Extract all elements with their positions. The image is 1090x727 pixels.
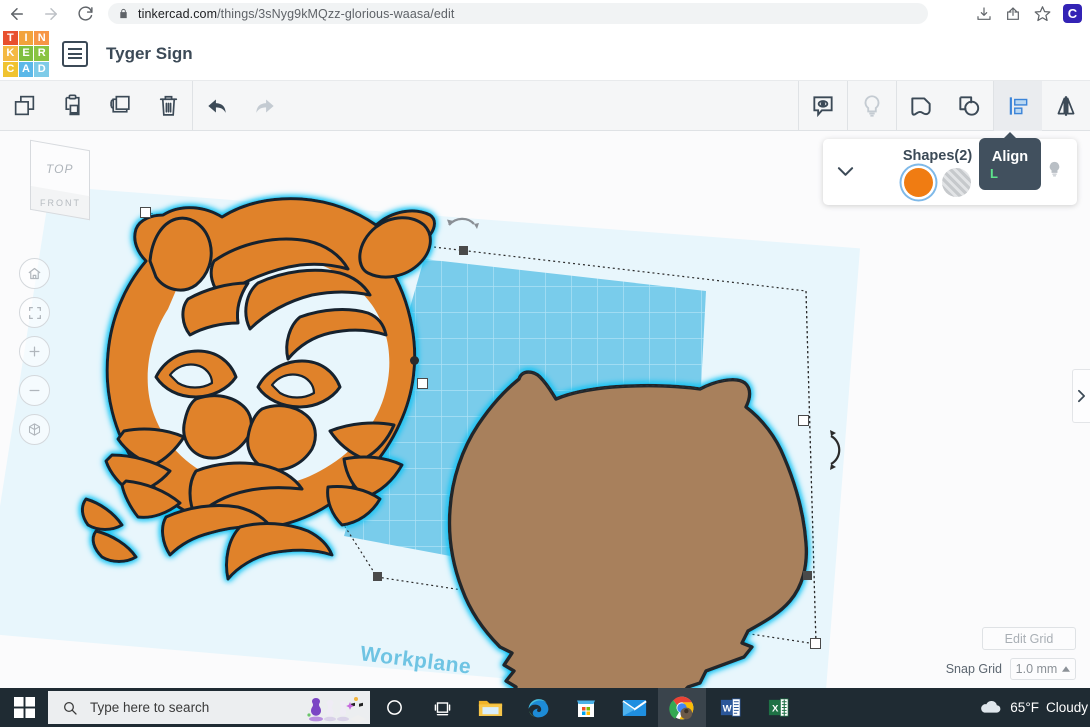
weather-condition[interactable]: Cloudy xyxy=(1046,700,1088,715)
align-tooltip-shortcut: L xyxy=(990,166,998,181)
logo-tile-c: C xyxy=(3,61,18,77)
shapes-count-label: Shapes(2) xyxy=(902,147,973,164)
url-text: tinkercad.com/things/3sNyg9kMQzz-gloriou… xyxy=(138,7,454,21)
fit-view-button[interactable] xyxy=(19,297,50,328)
caret-up-icon xyxy=(1062,666,1071,672)
logo-tile-e: E xyxy=(18,46,34,61)
logo-tile-t: T xyxy=(3,30,18,46)
system-tray: 65°F Cloudy xyxy=(977,699,1090,717)
paste-button[interactable] xyxy=(48,81,96,131)
project-gallery-icon[interactable] xyxy=(62,40,88,67)
undo-button[interactable] xyxy=(193,81,241,131)
light-bulb-icon[interactable] xyxy=(1046,159,1063,185)
rotate-right-handle[interactable] xyxy=(830,430,841,470)
taskbar-chrome[interactable] xyxy=(658,688,706,727)
share-icon[interactable] xyxy=(1000,3,1026,25)
grid-controls: Edit Grid Snap Grid 1.0 mm xyxy=(846,627,1076,680)
snap-grid-select[interactable]: 1.0 mm xyxy=(1010,658,1076,680)
svg-text:W: W xyxy=(722,703,732,714)
start-button[interactable] xyxy=(0,688,48,727)
taskbar-mail[interactable] xyxy=(610,688,658,727)
profile-avatar[interactable]: C xyxy=(1063,4,1082,23)
address-bar[interactable]: tinkercad.com/things/3sNyg9kMQzz-gloriou… xyxy=(108,3,928,24)
taskbar-file-explorer[interactable] xyxy=(466,688,514,727)
taskbar-store[interactable] xyxy=(562,688,610,727)
copy-button[interactable] xyxy=(0,81,48,131)
logo-tile-n: N xyxy=(34,30,49,46)
rotate-top-handle[interactable] xyxy=(447,217,479,229)
url-domain: tinkercad.com xyxy=(138,6,218,21)
tinkercad-logo[interactable]: T I N K E R C A D xyxy=(3,30,49,77)
page-title[interactable]: Tyger Sign xyxy=(106,44,193,64)
app-header: T I N K E R C A D Tyger Sign xyxy=(0,27,1090,81)
zoom-in-button[interactable] xyxy=(19,336,50,367)
home-view-button[interactable] xyxy=(19,258,50,289)
mirror-button[interactable] xyxy=(1042,81,1090,131)
redo-button xyxy=(241,81,289,131)
align-button[interactable] xyxy=(994,80,1042,131)
back-icon[interactable] xyxy=(0,0,34,27)
solid-swatch[interactable] xyxy=(904,167,933,197)
view-cube-top-label: TOP xyxy=(46,161,74,176)
taskbar-word[interactable]: W xyxy=(706,688,754,727)
align-tooltip-label: Align xyxy=(991,149,1029,165)
cortana-button[interactable] xyxy=(370,688,418,727)
panel-expand-tab[interactable] xyxy=(1072,369,1090,423)
logo-tile-d: D xyxy=(34,61,49,77)
zoom-out-button[interactable] xyxy=(19,375,50,406)
ungroup-button[interactable] xyxy=(945,81,993,131)
reload-icon[interactable] xyxy=(68,0,102,27)
url-path: /things/3sNyg9kMQzz-glorious-waasa/edit xyxy=(217,6,455,21)
logo-tile-r: R xyxy=(34,46,49,61)
chess-pieces-art xyxy=(307,696,366,723)
search-icon xyxy=(64,701,77,715)
delete-button[interactable] xyxy=(144,81,192,131)
weather-temperature[interactable]: 65°F xyxy=(1010,700,1039,715)
perspective-toggle-button[interactable] xyxy=(19,414,50,445)
install-icon[interactable] xyxy=(971,3,997,25)
logo-tile-a: A xyxy=(18,61,34,77)
3d-canvas[interactable]: TOP FRONT Workplane Edit Grid Snap Grid … xyxy=(0,131,1090,688)
snap-grid-label: Snap Grid xyxy=(945,662,1002,676)
group-button[interactable] xyxy=(897,81,945,131)
cloud-icon xyxy=(981,700,1001,713)
bookmark-star-icon[interactable] xyxy=(1029,3,1055,25)
snap-grid-value: 1.0 mm xyxy=(1015,662,1058,676)
duplicate-button[interactable] xyxy=(96,81,144,131)
snap-grid-row: Snap Grid 1.0 mm xyxy=(846,658,1076,680)
logo-tile-k: K xyxy=(3,46,18,61)
history-tool-group xyxy=(193,81,289,131)
chevron-down-icon[interactable] xyxy=(837,164,854,181)
tiger-backing-shape[interactable] xyxy=(447,370,809,688)
view-tool-strip xyxy=(19,258,50,445)
view-cube[interactable]: TOP FRONT xyxy=(22,139,102,225)
taskbar-excel[interactable]: X xyxy=(754,688,802,727)
notes-button[interactable] xyxy=(799,81,847,131)
shape-type-swatches xyxy=(904,167,971,197)
clipboard-tool-group xyxy=(0,81,192,131)
align-tooltip: Align L xyxy=(979,132,1041,190)
logo-tile-i: I xyxy=(18,30,34,46)
screen: tinkercad.com/things/3sNyg9kMQzz-gloriou… xyxy=(0,0,1090,727)
svg-text:X: X xyxy=(771,703,778,714)
view-cube-front-label: FRONT xyxy=(39,197,81,208)
task-view-button[interactable] xyxy=(418,688,466,727)
editor-toolbar xyxy=(0,80,1090,131)
browser-toolbar: tinkercad.com/things/3sNyg9kMQzz-gloriou… xyxy=(0,0,1090,27)
forward-icon xyxy=(34,0,68,27)
taskbar-edge[interactable] xyxy=(514,688,562,727)
scene-svg xyxy=(80,197,841,688)
browser-actions: C xyxy=(971,3,1090,25)
light-button xyxy=(848,81,896,131)
search-placeholder: Type here to search xyxy=(90,700,210,715)
search-input[interactable]: Type here to search xyxy=(48,691,370,724)
lock-icon xyxy=(118,7,129,20)
windows-taskbar: Type here to search W X 65°F Cloudy xyxy=(0,688,1090,727)
hole-swatch[interactable] xyxy=(942,167,971,197)
edit-grid-button[interactable]: Edit Grid xyxy=(982,627,1076,650)
